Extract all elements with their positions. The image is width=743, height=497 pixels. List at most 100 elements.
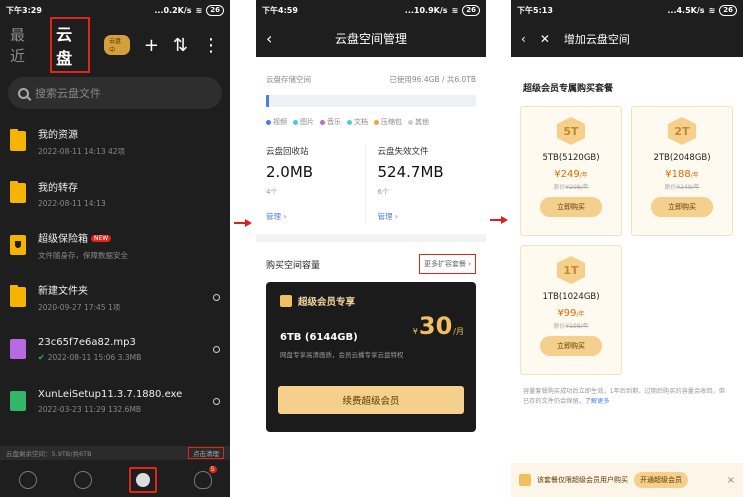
select-radio[interactable] [213,397,220,405]
profile-nav-icon[interactable]: 5 [193,465,217,489]
legend-dot [266,119,271,125]
file-name: 我的转存 [38,182,78,194]
back-icon[interactable]: ‹ [266,29,272,48]
file-meta: 文件随身存，保障数据安全 [38,250,128,260]
orig-price: ¥298/年 [565,184,589,191]
close-icon[interactable]: × [727,475,735,486]
search-placeholder: 搜索云盘文件 [35,87,101,100]
plus-icon[interactable]: + [144,35,159,56]
list-item[interactable]: 我的转存 2022-08-11 14:13 [0,167,230,219]
legend-item: 视频 [266,117,287,127]
sort-icon[interactable]: ⇅ [173,35,188,56]
arrow-right-icon [490,216,508,224]
plan-size-icon: 1T [557,256,585,284]
list-item[interactable]: 超级保险箱 NEW 文件随身存，保障数据安全 [0,219,230,271]
buy-now-button[interactable]: 立即购买 [651,197,713,217]
invalid-manage-link[interactable]: 管理 › [378,211,477,222]
legend-dot [408,119,413,125]
vip-price: ¥30/月 [413,312,464,340]
storage-bar [266,95,476,107]
safe-icon [10,235,26,255]
cloud-nav-icon[interactable] [128,466,157,493]
plan-name: 5TB(5120GB) [542,153,600,163]
plan-name: 2TB(2048GB) [653,153,711,163]
vip-plan-card: 超级会员专享 ¥30/月 6TB (6144GB) 网盘专享高清画质，会员云播专… [266,282,476,432]
invalid-count: 6个 [377,188,389,196]
more-icon[interactable]: ⋮ [202,35,220,56]
learn-more-link[interactable]: 了解更多 [585,398,610,405]
status-bar: 下午3:29 ...0.2K/s ≋ 26 [0,0,230,20]
legend-dot [293,119,298,125]
title-bar: ‹ 云盘空间管理 [256,20,486,57]
file-meta: 2022-08-11 15:06 3.3MB [47,352,142,362]
folder-icon [10,129,26,151]
plan-name: 1TB(1024GB) [542,292,600,302]
network-speed: ...10.9K/s [404,5,448,15]
legend-dot [347,119,352,125]
vip-logo-icon [280,295,292,307]
exe-icon [10,391,26,411]
orig-label: 原价 [553,184,566,191]
page-title: 云盘空间管理 [334,32,407,46]
download-nav-icon[interactable] [18,470,37,489]
buy-title: 购买空间容量 [266,260,321,271]
legend-label: 文档 [354,118,368,126]
network-speed: ...4.5K/s [667,5,705,15]
buy-now-button[interactable]: 立即购买 [540,336,602,356]
clean-button[interactable]: 点击清理 [188,447,224,459]
buy-section-header: 购买空间容量 更多扩容套餐 › [256,242,486,274]
tab-recent[interactable]: 最近 [10,24,36,66]
recycle-manage-link[interactable]: 管理 › [266,211,365,222]
arrow-right-icon [234,219,252,227]
list-item[interactable]: XunLeiSetup11.3.7.1880.exe 2022-03-23 11:… [0,375,230,427]
file-list: 我的资源 2022-08-11 14:13 42项 我的转存 2022-08-11 … [0,115,230,427]
notification-badge: 5 [208,465,217,473]
folder-icon [10,181,26,203]
open-vip-button[interactable]: 开通超级会员 [634,472,688,488]
file-meta: 2022-08-11 14:13 42项 [38,146,126,156]
search-input[interactable]: 搜索云盘文件 [8,77,222,109]
status-time: 下午3:29 [6,5,42,15]
plan-note: 容量套餐购买成功后立即生效，1年后到期，过期后购买的容量会收回，但已存的文件仍会… [511,375,743,407]
status-bar: 下午4:59 ...10.9K/s ≋ 26 [256,0,486,20]
close-icon[interactable]: ✕ [540,32,550,46]
back-icon[interactable]: ‹ [521,32,526,46]
legend-item: 音乐 [320,117,341,127]
vip-badge: 云盘中 [104,35,130,55]
battery-level: 26 [462,4,480,16]
file-name: XunLeiSetup11.3.7.1880.exe [38,388,183,400]
list-item[interactable]: 23c65f7e6a82.mp3 ✔ 2022-08-11 15:06 3.3MB [0,323,230,375]
status-time: 下午5:13 [517,5,553,15]
vip-desc: 网盘专享高清画质，会员云播专享云盘特权 [280,351,404,359]
storage-legend: 视频 图片 音乐 文档 压缩包 其他 [266,117,476,127]
storage-stats: 云盘回收站 2.0MB 4个 管理 › 云盘失效文件 524.7MB 6个 管理… [256,145,486,222]
list-item[interactable]: 新建文件夹 2020-09-27 17:45 1项 [0,271,230,323]
select-radio[interactable] [213,345,220,353]
cloud-space-management-screen: 下午4:59 ...10.9K/s ≋ 26 ‹ 云盘空间管理 云盘存储空间 已使用9… [256,0,486,497]
storage-used: 已使用96.4GB / 共6.0TB [389,75,476,84]
legend-label: 其他 [415,118,429,126]
more-plans-button[interactable]: 更多扩容套餐 › [418,254,476,274]
title-bar: ‹ ✕ 增加云盘空间 [511,20,743,57]
vip-title: 超级会员专享 [298,297,356,308]
header: 最近 云盘 云盘中 + ⇅ ⋮ [0,17,230,73]
status-bar: 下午5:13 ...4.5K/s ≋ 26 [511,0,743,20]
wifi-icon: ≋ [451,5,459,15]
search-icon [18,87,29,99]
list-item[interactable]: 我的资源 2022-08-11 14:13 42项 [0,115,230,167]
buy-now-button[interactable]: 立即购买 [540,197,602,217]
plan-size-icon: 5T [557,117,585,145]
new-badge: NEW [91,235,112,242]
divider [256,234,486,242]
legend-item: 其他 [408,117,429,127]
discover-nav-icon[interactable] [73,470,92,489]
plan-price-unit: /年 [579,172,588,179]
recycle-title: 云盘回收站 [266,147,309,157]
select-radio[interactable] [213,293,220,301]
legend-label: 视频 [273,118,287,126]
vip-price-value: 30 [418,312,453,340]
tab-cloud-drive[interactable]: 云盘 [50,17,91,73]
recycle-count: 4个 [266,188,278,196]
recycle-value: 2.0MB [266,163,314,181]
renew-vip-button[interactable]: 续费超级会员 [278,386,464,414]
